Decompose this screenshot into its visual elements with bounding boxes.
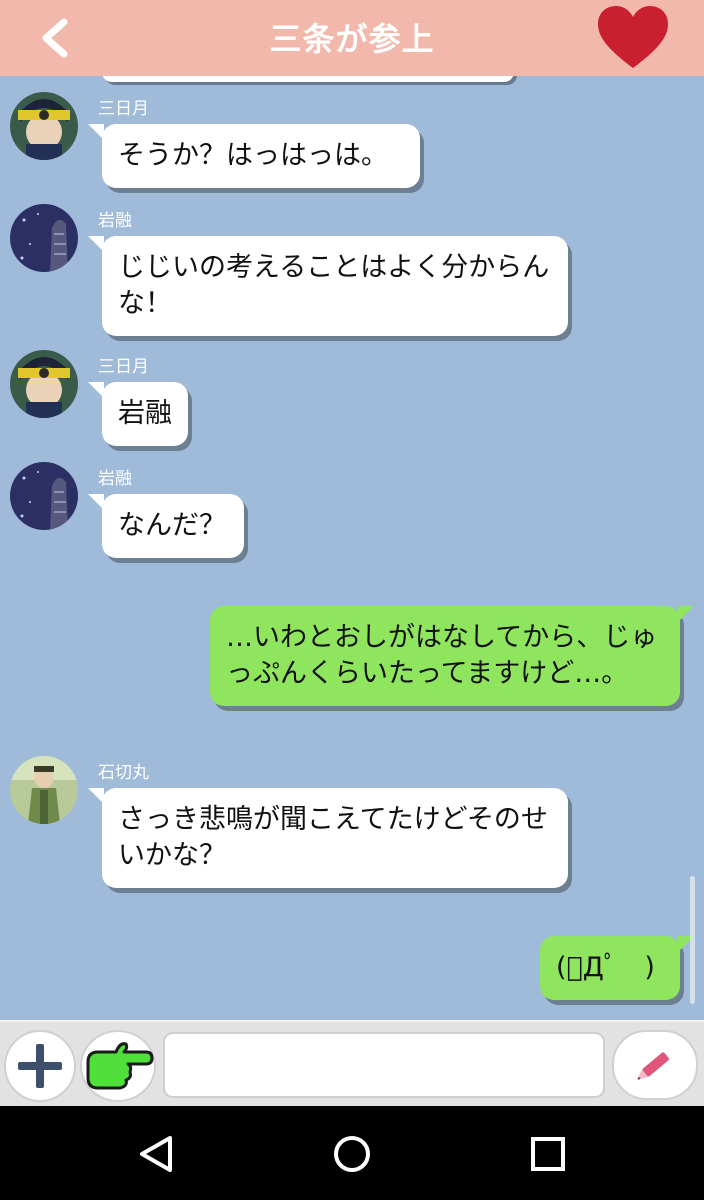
triangle-back-icon [140,1136,172,1172]
message-bubble-outgoing[interactable]: (ﾟДﾟ ) [540,936,694,1000]
avatar-mikazuki[interactable] [10,92,78,160]
pointing-hand-icon [86,1042,154,1090]
heart-icon [598,6,668,68]
nav-recent-button[interactable] [522,1128,574,1180]
input-bar [0,1020,704,1106]
sender-name: 岩融 [98,211,132,231]
circle-home-icon [334,1136,370,1172]
message-bubble-outgoing[interactable]: …いわとおしがはなしてから、じゅっぷんくらいたってますけど…。 [210,606,694,706]
message-input[interactable] [163,1032,605,1098]
avatar-mikazuki[interactable] [10,350,78,418]
avatar-iwatooshi[interactable] [10,462,78,530]
message-bubble[interactable]: そうか？はっはっは。 [88,124,420,188]
sender-name: 三日月 [98,357,149,377]
message-bubble[interactable]: なんだ？ [88,494,244,558]
message-bubble[interactable]: じじいの考えることはよく分からんな！ [88,236,568,336]
attach-button[interactable] [4,1030,76,1102]
sender-name: 岩融 [98,469,132,489]
scrollbar[interactable] [690,876,695,1004]
message-list[interactable]: 三日月 そうか？はっはっは。 岩融 じじいの考えることはよく分からんな！ 三日月… [0,76,704,1020]
sender-name: 三日月 [98,99,149,119]
system-nav-bar [0,1106,704,1200]
favorite-button[interactable] [596,4,670,72]
previous-message-bubble [102,76,514,82]
sender-name: 石切丸 [98,763,149,783]
nav-back-button[interactable] [130,1128,182,1180]
square-recent-icon [531,1137,565,1171]
avatar-ishikirimaru[interactable] [10,756,78,824]
stamp-button[interactable] [80,1030,156,1102]
avatar-iwatooshi[interactable] [10,204,78,272]
message-bubble[interactable]: 岩融 [88,382,188,446]
chat-header: 三条が参上 [0,0,704,76]
plus-icon [18,1044,62,1088]
message-bubble[interactable]: さっき悲鳴が聞こえてたけどそのせいかな？ [88,788,568,888]
nav-home-button[interactable] [326,1128,378,1180]
compose-button[interactable] [612,1030,698,1100]
pencil-icon [637,1052,669,1080]
